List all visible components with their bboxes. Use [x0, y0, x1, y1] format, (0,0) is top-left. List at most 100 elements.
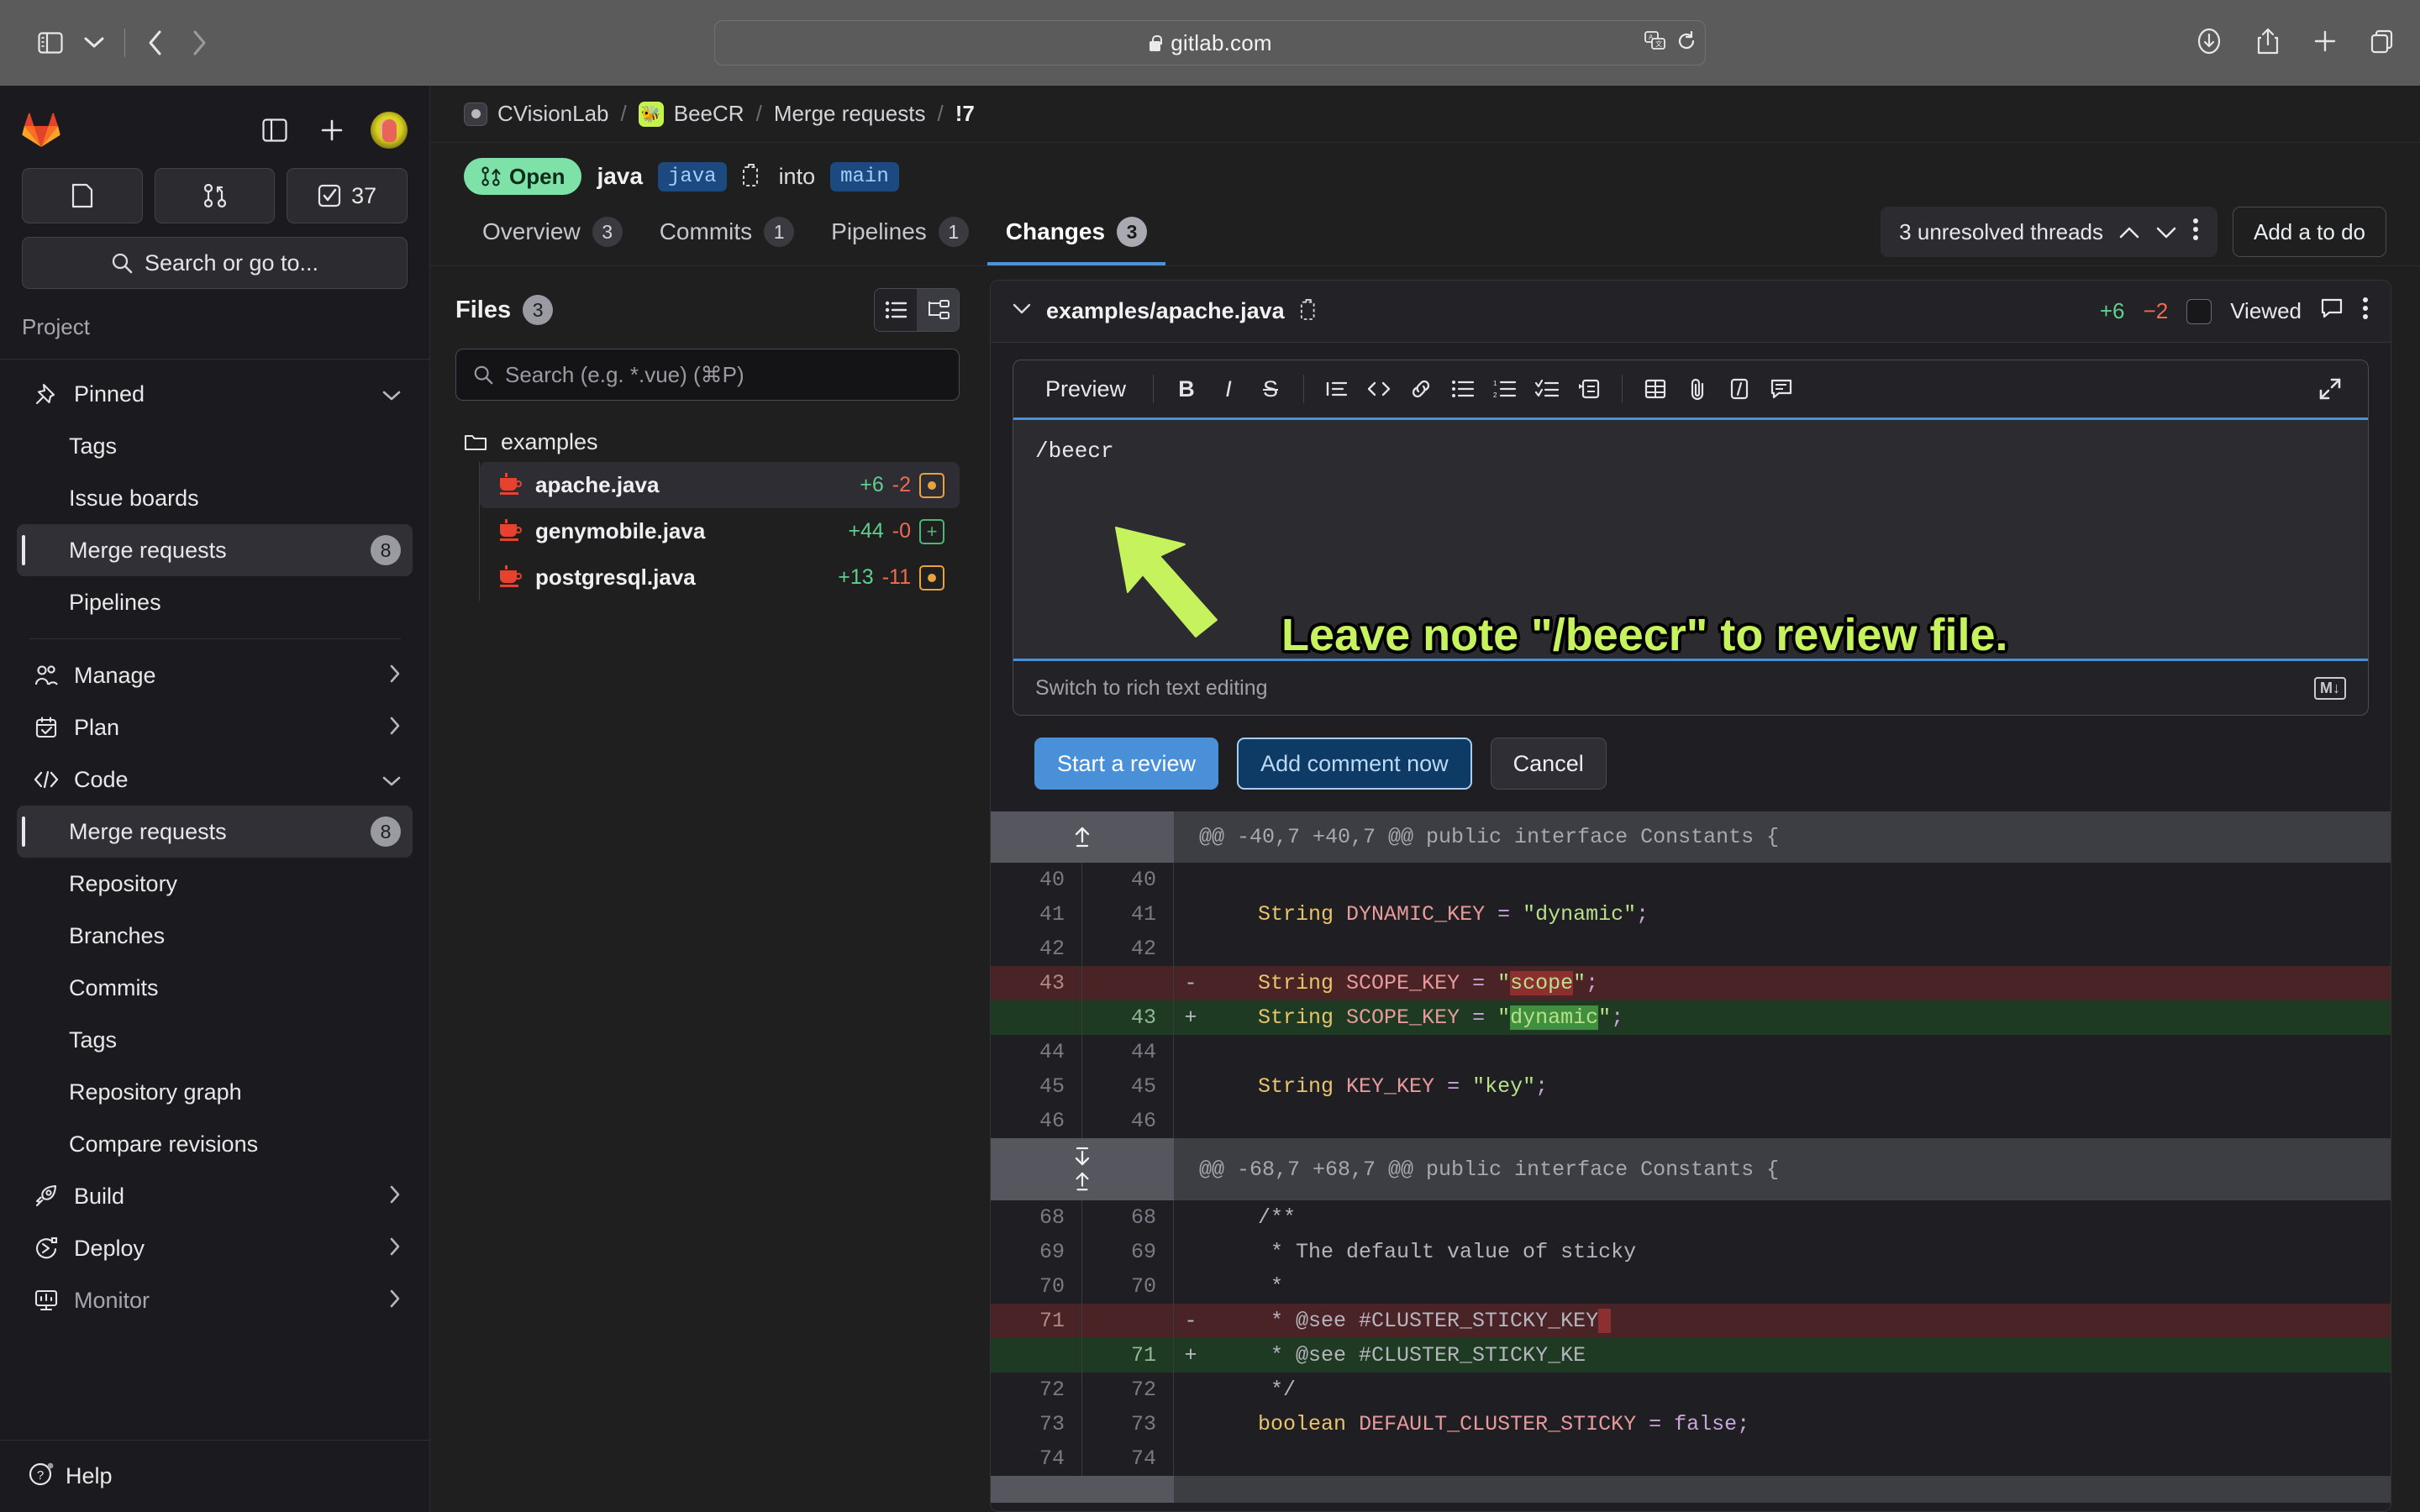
address-bar[interactable]: gitlab.com A文: [714, 20, 1706, 66]
share-icon[interactable]: [2255, 27, 2281, 60]
diff-file-header: examples/apache.java +6 −2 Viewed: [991, 281, 2391, 343]
breadcrumb-group[interactable]: CVisionLab: [464, 101, 609, 127]
code-icon[interactable]: [1358, 368, 1400, 410]
quick-action-issues[interactable]: [22, 168, 143, 223]
bold-icon[interactable]: B: [1165, 368, 1207, 410]
sidebar-item-tags[interactable]: Tags: [17, 420, 413, 472]
sidebar-toggle-icon[interactable]: [29, 21, 72, 65]
numbered-list-icon[interactable]: 12: [1484, 368, 1526, 410]
forward-icon[interactable]: [177, 21, 221, 65]
sidebar-group-monitor[interactable]: Monitor: [17, 1274, 413, 1326]
diff-file-path[interactable]: examples/apache.java: [1046, 298, 1285, 324]
collapse-sidebar-icon[interactable]: [256, 112, 293, 149]
comment-textarea[interactable]: /beecr: [1013, 417, 2368, 661]
new-tab-icon[interactable]: [2312, 29, 2338, 58]
sidebar-item-repository-graph[interactable]: Repository graph: [17, 1066, 413, 1118]
link-icon[interactable]: [1400, 368, 1442, 410]
file-tree-item-genymobile[interactable]: genymobile.java +44 -0: [480, 508, 960, 554]
switch-rich-text-link[interactable]: Switch to rich text editing: [1035, 676, 1268, 701]
snippet-icon[interactable]: [1718, 368, 1760, 410]
sidebar-item-pipelines[interactable]: Pipelines: [17, 576, 413, 628]
tab-overview[interactable]: Overview 3: [464, 203, 641, 265]
diff-code: [1207, 932, 2391, 966]
comment-template-icon[interactable]: [1760, 368, 1802, 410]
add-todo-button[interactable]: Add a to do: [2233, 207, 2386, 257]
italic-icon[interactable]: I: [1207, 368, 1249, 410]
prev-thread-icon[interactable]: [2118, 219, 2140, 245]
quick-action-merge-requests[interactable]: [154, 168, 276, 223]
file-removed-count: -2: [892, 473, 911, 496]
sidebar-group-code[interactable]: Code: [17, 753, 413, 806]
breadcrumb-mr-ref[interactable]: !7: [955, 101, 975, 127]
viewed-checkbox[interactable]: [2186, 298, 2212, 324]
downloads-icon[interactable]: [2195, 27, 2223, 60]
strikethrough-icon[interactable]: S: [1249, 368, 1292, 410]
search-placeholder: Search or go to...: [144, 249, 319, 276]
bulleted-list-icon[interactable]: [1442, 368, 1484, 410]
source-branch-chip[interactable]: java: [657, 161, 727, 192]
expand-both-button[interactable]: [991, 1138, 1174, 1200]
list-view-button[interactable]: [875, 289, 917, 331]
search-input[interactable]: Search or go to...: [22, 237, 408, 289]
breadcrumb-project[interactable]: 🐝 BeeCR: [638, 101, 744, 127]
collapse-diff-icon[interactable]: [1013, 303, 1031, 319]
tree-view-button[interactable]: [917, 289, 959, 331]
chevron-down-icon[interactable]: [72, 21, 116, 65]
target-branch-chip[interactable]: main: [830, 161, 899, 192]
preview-toggle[interactable]: Preview: [1030, 376, 1141, 402]
gitlab-logo-icon[interactable]: [22, 112, 60, 149]
expand-button[interactable]: [991, 1476, 1174, 1503]
sidebar-group-manage[interactable]: Manage: [17, 649, 413, 701]
copy-branch-icon[interactable]: [742, 162, 764, 192]
old-line-number: 72: [991, 1373, 1082, 1407]
sidebar-item-repository[interactable]: Repository: [17, 858, 413, 910]
reload-icon[interactable]: [1676, 30, 1697, 55]
file-tree-item-apache[interactable]: apache.java +6 -2: [480, 462, 960, 508]
sidebar-group-pinned[interactable]: Pinned: [17, 368, 413, 420]
add-comment-now-button[interactable]: Add comment now: [1237, 738, 1472, 790]
sidebar-item-tags-code[interactable]: Tags: [17, 1014, 413, 1066]
sidebar-item-branches[interactable]: Branches: [17, 910, 413, 962]
svg-text:2: 2: [1493, 391, 1497, 398]
sidebar-item-merge-requests-code[interactable]: Merge requests 8: [17, 806, 413, 858]
copy-path-icon[interactable]: [1300, 297, 1320, 325]
back-icon[interactable]: [134, 21, 177, 65]
file-search-input[interactable]: Search (e.g. *.vue) (⌘P): [455, 349, 960, 401]
file-tree-item-postgresql[interactable]: postgresql.java +13 -11: [480, 554, 960, 601]
quote-icon[interactable]: [1316, 368, 1358, 410]
table-icon[interactable]: [1634, 368, 1676, 410]
tab-changes[interactable]: Changes 3: [986, 203, 1166, 265]
start-review-button[interactable]: Start a review: [1034, 738, 1219, 790]
next-thread-icon[interactable]: [2155, 219, 2177, 245]
translate-icon[interactable]: A文: [1644, 30, 1666, 55]
sidebar-group-plan[interactable]: Plan: [17, 701, 413, 753]
sidebar-item-issue-boards[interactable]: Issue boards: [17, 472, 413, 524]
comment-icon[interactable]: [2320, 297, 2344, 325]
sidebar-group-deploy[interactable]: Deploy: [17, 1222, 413, 1274]
create-new-icon[interactable]: [313, 112, 350, 149]
checklist-icon[interactable]: [1526, 368, 1568, 410]
attachment-icon[interactable]: [1676, 368, 1718, 410]
tabs-overview-icon[interactable]: [2370, 29, 2395, 58]
sidebar-help[interactable]: ? Help: [0, 1440, 429, 1512]
diff-hunk-header[interactable]: @@ -40,7 +40,7 @@ public interface Const…: [991, 811, 2391, 863]
threads-more-icon[interactable]: [2192, 217, 2199, 248]
cancel-button[interactable]: Cancel: [1490, 738, 1607, 790]
diff-hunk-header-partial[interactable]: [991, 1476, 2391, 1503]
diff-hunk-header[interactable]: @@ -68,7 +68,7 @@ public interface Const…: [991, 1138, 2391, 1200]
sidebar-item-label: Compare revisions: [69, 1131, 259, 1157]
avatar[interactable]: [371, 112, 408, 149]
sidebar-item-merge-requests-pinned[interactable]: Merge requests 8: [17, 524, 413, 576]
file-tree-folder[interactable]: examples: [455, 423, 960, 462]
sidebar-item-commits[interactable]: Commits: [17, 962, 413, 1014]
indent-icon[interactable]: [1568, 368, 1610, 410]
tab-commits[interactable]: Commits 1: [641, 203, 813, 265]
sidebar-group-build[interactable]: Build: [17, 1170, 413, 1222]
sidebar-item-compare-revisions[interactable]: Compare revisions: [17, 1118, 413, 1170]
quick-action-todos[interactable]: 37: [287, 168, 408, 223]
expand-editor-icon[interactable]: [2309, 368, 2351, 410]
breadcrumb-section[interactable]: Merge requests: [774, 101, 926, 127]
diff-more-icon[interactable]: [2362, 296, 2369, 327]
expand-up-button[interactable]: [991, 811, 1174, 863]
tab-pipelines[interactable]: Pipelines 1: [813, 203, 987, 265]
